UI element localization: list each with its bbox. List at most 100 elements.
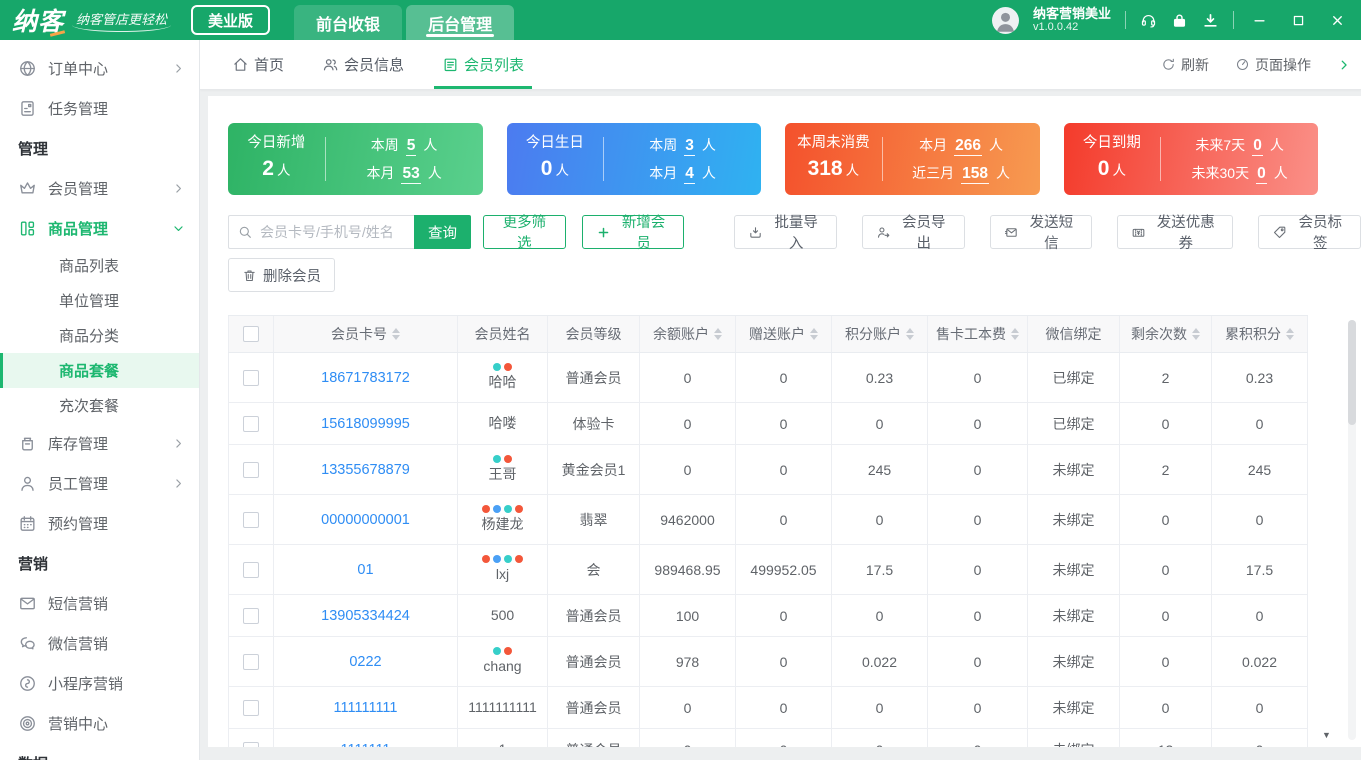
cell-card_fee: 0 (928, 637, 1028, 686)
sidebar-item-product-list[interactable]: 商品列表 (0, 248, 199, 283)
support-icon-button[interactable] (1140, 12, 1157, 29)
member-card-link[interactable]: 13905334424 (321, 608, 410, 624)
sidebar-item-inventory-management[interactable]: 库存管理 (0, 423, 199, 463)
sidebar-item-label: 商品管理 (48, 218, 108, 239)
sidebar-item-product-category[interactable]: 商品分类 (0, 318, 199, 353)
maximize-button[interactable] (1291, 13, 1306, 28)
send-coupon-button[interactable]: 发送优惠券 (1117, 215, 1233, 249)
mode-tab-1[interactable]: 后台管理 (406, 5, 514, 40)
more-filter-button[interactable]: 更多筛选 (483, 215, 566, 249)
globe-icon (18, 59, 37, 78)
delete-member-button[interactable]: 删除会员 (228, 258, 335, 292)
member-card-link[interactable]: 18671783172 (321, 370, 410, 386)
send-sms-button[interactable]: 发送短信 (990, 215, 1093, 249)
sidebar-item-task-management[interactable]: 任务管理 (0, 88, 199, 128)
add-member-button[interactable]: 新增会员 (582, 215, 685, 249)
scroll-down-icon[interactable]: ▼ (1322, 730, 1331, 740)
chevron-right-icon[interactable] (1337, 58, 1351, 72)
column-header-card_no[interactable]: 会员卡号 (274, 316, 458, 352)
row-checkbox[interactable] (243, 700, 259, 716)
member-card-link[interactable]: 15618099995 (321, 416, 410, 432)
stat-card-details: 未来7天0人未来30天0人 (1161, 135, 1318, 184)
member-search-input[interactable] (228, 215, 414, 249)
search-submit-button[interactable]: 查询 (414, 215, 471, 249)
stat-card-main: 今日生日0人 (507, 133, 604, 184)
member-card-link[interactable]: 13355678879 (321, 462, 410, 478)
batch-import-button[interactable]: 批量导入 (734, 215, 837, 249)
stat-detail-value[interactable]: 0 (1252, 137, 1263, 156)
row-checkbox[interactable] (243, 370, 259, 386)
member-card-link[interactable]: 1111111 (341, 742, 391, 748)
search-icon (237, 224, 253, 240)
download-icon-button[interactable] (1202, 12, 1219, 29)
stat-detail-value[interactable]: 0 (1256, 165, 1267, 184)
stat-detail-value[interactable]: 158 (961, 165, 989, 184)
sidebar-item-booking-management[interactable]: 预约管理 (0, 503, 199, 543)
stat-detail-value[interactable]: 5 (406, 137, 417, 156)
row-checkbox[interactable] (243, 654, 259, 670)
sidebar-item-product-package[interactable]: 商品套餐 (0, 353, 199, 388)
sidebar-item-recharge-package[interactable]: 充次套餐 (0, 388, 199, 423)
tag-dot-red (504, 455, 512, 463)
column-header-balance[interactable]: 余额账户 (640, 316, 736, 352)
stat-detail-value[interactable]: 3 (684, 137, 695, 156)
sort-caret-icon[interactable] (1286, 328, 1294, 340)
sidebar-item-product-management[interactable]: 商品管理 (0, 208, 199, 248)
refresh-button[interactable]: 刷新 (1161, 55, 1209, 75)
row-checkbox[interactable] (243, 512, 259, 528)
sidebar-item-staff-management[interactable]: 员工管理 (0, 463, 199, 503)
select-all-checkbox[interactable] (243, 326, 259, 342)
member-card-link[interactable]: 00000000001 (321, 512, 410, 528)
sidebar-item-unit-management[interactable]: 单位管理 (0, 283, 199, 318)
sort-caret-icon[interactable] (714, 328, 722, 340)
sort-caret-icon[interactable] (1192, 328, 1200, 340)
row-checkbox[interactable] (243, 416, 259, 432)
stat-detail-value[interactable]: 4 (684, 165, 695, 184)
mode-tab-0[interactable]: 前台收银 (294, 5, 402, 40)
sort-caret-icon[interactable] (810, 328, 818, 340)
sort-caret-icon[interactable] (392, 328, 400, 340)
scrollbar-thumb[interactable] (1348, 320, 1356, 425)
page-ops-button[interactable]: 页面操作 (1235, 55, 1311, 75)
sidebar-item-order-center[interactable]: 订单中心 (0, 48, 199, 88)
column-header-card_fee[interactable]: 售卡工本费 (928, 316, 1028, 352)
tab-member-info[interactable]: 会员信息 (322, 40, 404, 89)
close-button[interactable] (1330, 13, 1345, 28)
table-scrollbar[interactable] (1348, 320, 1356, 740)
member-card-link[interactable]: 0222 (349, 654, 381, 670)
tab-home[interactable]: 首页 (232, 40, 284, 89)
row-checkbox[interactable] (243, 562, 259, 578)
row-checkbox[interactable] (243, 608, 259, 624)
tab-member-list[interactable]: 会员列表 (442, 40, 524, 89)
stat-card-birthday-today: 今日生日0人本周3人本月4人 (507, 123, 762, 195)
minimize-button[interactable] (1252, 13, 1267, 28)
table-row-6: 0222chang普通会员97800.0220未绑定00.022 (228, 637, 1308, 687)
member-card-link[interactable]: 01 (357, 562, 373, 578)
sidebar-item-miniapp-marketing[interactable]: 小程序营销 (0, 663, 199, 703)
column-label: 剩余次数 (1131, 324, 1187, 344)
sort-caret-icon[interactable] (906, 328, 914, 340)
sidebar-item-sms-marketing[interactable]: 短信营销 (0, 583, 199, 623)
stat-detail-value[interactable]: 53 (401, 165, 420, 184)
row-checkbox[interactable] (243, 462, 259, 478)
sidebar-item-marketing-center[interactable]: 营销中心 (0, 703, 199, 743)
cell-remaining: 2 (1120, 353, 1212, 402)
sort-caret-icon[interactable] (1011, 328, 1019, 340)
member-card-link[interactable]: 111111111 (334, 700, 398, 716)
sidebar-item-wechat-marketing[interactable]: 微信营销 (0, 623, 199, 663)
tag-dot-red (482, 505, 490, 513)
member-export-button[interactable]: 会员导出 (862, 215, 965, 249)
member-tag-button[interactable]: 会员标签 (1258, 215, 1361, 249)
stat-card-new-today: 今日新增2人本周5人本月53人 (228, 123, 483, 195)
column-header-remaining[interactable]: 剩余次数 (1120, 316, 1212, 352)
edition-button[interactable]: 美业版 (191, 5, 270, 35)
column-header-points[interactable]: 积分账户 (832, 316, 928, 352)
sidebar-item-member-management[interactable]: 会员管理 (0, 168, 199, 208)
row-checkbox[interactable] (243, 742, 259, 748)
import-icon (748, 225, 763, 240)
lock-icon-button[interactable] (1171, 12, 1188, 29)
avatar[interactable] (992, 7, 1019, 34)
column-header-gift[interactable]: 赠送账户 (736, 316, 832, 352)
column-header-total_points[interactable]: 累积积分 (1212, 316, 1308, 352)
stat-detail-value[interactable]: 266 (954, 137, 982, 156)
